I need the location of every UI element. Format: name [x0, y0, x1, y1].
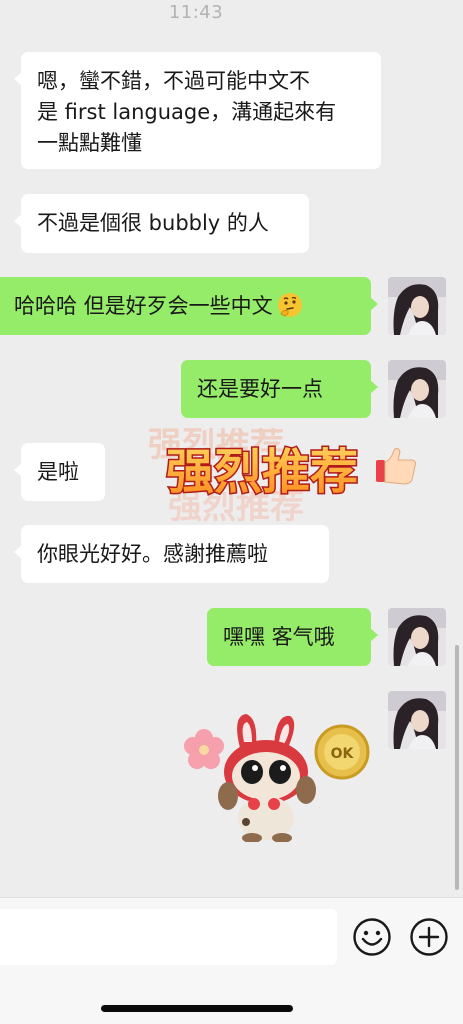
message-bubble-received[interactable]: 是啦 [14, 443, 105, 501]
stamp-text: 强烈推荐 [166, 444, 358, 500]
avatar[interactable] [388, 608, 446, 666]
scrollbar[interactable] [455, 645, 459, 890]
message-bubble-received[interactable]: 不過是個很 bubbly 的人 [14, 194, 309, 253]
thumbs-up-emoji [376, 447, 417, 485]
avatar-photo-icon [388, 691, 446, 749]
message-bubble-sent[interactable]: 还是要好一点 [181, 360, 378, 418]
emoji-button[interactable] [352, 917, 392, 957]
message-input[interactable] [0, 909, 337, 965]
thinking-face-emoji [277, 293, 302, 317]
coin-text: OK [331, 746, 355, 762]
sakura-flower-icon [184, 729, 224, 769]
message-bubble-received[interactable]: 嗯，蠻不錯，不過可能中文不 是 first language，溝通起來有 一點點… [14, 52, 381, 169]
plus-circle-icon [410, 918, 448, 956]
chat-timestamp: 11:43 [168, 2, 224, 23]
smiley-icon [353, 918, 391, 956]
message-text-line: 是 first language，溝通起來有 [37, 100, 337, 124]
message-text: 嘿嘿 客气哦 [223, 625, 335, 649]
rabbit-cat-sticker[interactable]: OK [182, 712, 372, 843]
rabbit-cat-sticker-art: OK [184, 714, 370, 843]
message-text-line: 一點點難懂 [37, 131, 142, 155]
avatar-photo-icon [388, 277, 446, 335]
chat-screen: 11:43 嗯，蠻不錯，不過可能中文不 是 first language，溝通起… [0, 0, 463, 1024]
message-text: 不過是個很 bubbly 的人 [37, 211, 269, 235]
message-text: 是啦 [37, 460, 79, 484]
avatar[interactable] [388, 691, 446, 749]
message-text-line: 嗯，蠻不錯，不過可能中文不 [37, 69, 310, 93]
message-bubble-sent[interactable]: 哈哈哈 但是好歹会一些中文 [0, 277, 378, 335]
avatar[interactable] [388, 277, 446, 335]
message-text: 还是要好一点 [197, 377, 323, 401]
avatar[interactable] [388, 360, 446, 418]
recommend-sticker-art: 强烈推荐 强烈推荐 强烈推荐 [148, 425, 417, 527]
message-bubble-sent[interactable]: 嘿嘿 客气哦 [207, 608, 378, 666]
recommend-sticker[interactable]: 强烈推荐 强烈推荐 强烈推荐 [148, 425, 418, 528]
avatar-photo-icon [388, 608, 446, 666]
gold-coin-icon: OK [314, 724, 370, 780]
message-text: 你眼光好好。感謝推薦啦 [37, 542, 268, 566]
message-text: 哈哈哈 但是好歹会一些中文 [14, 294, 273, 318]
message-bubble-received[interactable]: 你眼光好好。感謝推薦啦 [14, 525, 329, 583]
add-button[interactable] [409, 917, 449, 957]
home-indicator[interactable] [101, 1005, 293, 1012]
avatar-photo-icon [388, 360, 446, 418]
